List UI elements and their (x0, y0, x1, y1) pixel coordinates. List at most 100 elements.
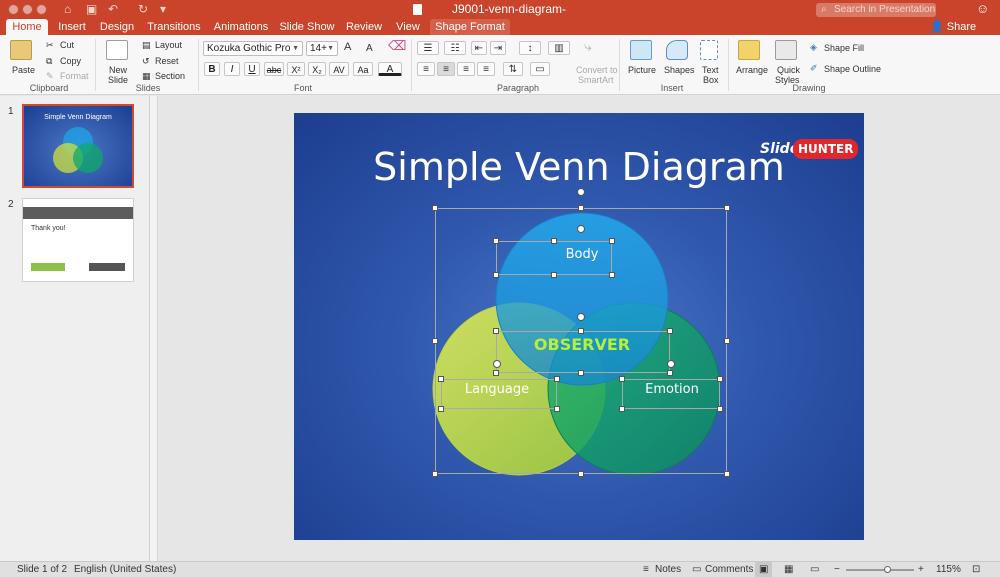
share-button[interactable]: 👤 Share (930, 19, 976, 35)
zoom-slider[interactable] (846, 569, 914, 571)
resize-handle[interactable] (609, 272, 615, 278)
shrink-font-button[interactable]: A (366, 43, 373, 54)
columns-button[interactable]: ▥ (548, 41, 570, 55)
format-painter-button[interactable]: Format (60, 71, 89, 82)
rotate-handle[interactable] (493, 360, 501, 368)
align-right-button[interactable]: ≡ (457, 62, 475, 76)
change-case-button[interactable]: Aa (353, 62, 373, 76)
shapes-button[interactable]: Shapes (664, 65, 695, 76)
slide-thumbnail-2[interactable]: Thank you! (22, 198, 134, 282)
feedback-smiley-icon[interactable]: ☺ (976, 2, 989, 16)
resize-handle[interactable] (724, 205, 730, 211)
minimize-window-button[interactable] (22, 4, 33, 15)
undo-icon[interactable]: ↶ (108, 2, 118, 16)
zoom-in-button[interactable]: + (918, 562, 924, 577)
italic-button[interactable]: I (224, 62, 240, 76)
numbering-button[interactable]: ☷ (444, 41, 466, 55)
picture-button[interactable]: Picture (628, 65, 656, 76)
rotate-handle[interactable] (577, 225, 585, 233)
clear-formatting-icon[interactable]: ⌫ (388, 39, 406, 52)
tab-review[interactable]: Review (342, 19, 386, 35)
align-left-button[interactable]: ≡ (417, 62, 435, 76)
language-indicator[interactable]: English (United States) (74, 562, 176, 577)
picture-icon[interactable] (630, 40, 652, 60)
shape-outline-button[interactable]: Shape Outline (824, 64, 881, 75)
tab-insert[interactable]: Insert (52, 19, 92, 35)
resize-handle[interactable] (493, 370, 499, 376)
save-icon[interactable]: ▣ (86, 2, 97, 16)
zoom-level[interactable]: 115% (936, 562, 961, 577)
superscript-button[interactable]: X² (287, 62, 305, 76)
resize-handle[interactable] (717, 406, 723, 412)
arrange-button[interactable]: Arrange (736, 65, 768, 76)
text-box-icon[interactable] (700, 40, 718, 60)
resize-handle[interactable] (551, 272, 557, 278)
resize-handle[interactable] (493, 328, 499, 334)
resize-handle[interactable] (578, 471, 584, 477)
resize-handle[interactable] (667, 328, 673, 334)
align-text-button[interactable]: ▭ (530, 62, 550, 76)
resize-handle[interactable] (724, 338, 730, 344)
venn-circle-body[interactable] (495, 212, 669, 386)
resize-handle[interactable] (551, 238, 557, 244)
resize-handle[interactable] (432, 338, 438, 344)
venn-label-language[interactable]: Language (454, 382, 540, 398)
strikethrough-button[interactable]: abc (264, 62, 284, 76)
resize-handle[interactable] (432, 205, 438, 211)
venn-label-body[interactable]: Body (542, 247, 622, 263)
resize-handle[interactable] (554, 406, 560, 412)
section-button[interactable]: Section (155, 71, 185, 82)
font-name-select[interactable]: Kozuka Gothic Pro ▼ (203, 41, 303, 56)
search-input[interactable]: ⌕ Search in Presentation (816, 3, 936, 17)
normal-view-icon[interactable]: ▣ (755, 562, 773, 577)
resize-handle[interactable] (578, 328, 584, 334)
tab-slide-show[interactable]: Slide Show (276, 19, 338, 35)
resize-handle[interactable] (578, 205, 584, 211)
underline-button[interactable]: U (244, 62, 260, 76)
tab-transitions[interactable]: Transitions (142, 19, 206, 35)
close-window-button[interactable] (8, 4, 19, 15)
resize-handle[interactable] (667, 370, 673, 376)
rotate-handle[interactable] (577, 188, 585, 196)
resize-handle[interactable] (724, 471, 730, 477)
resize-handle[interactable] (619, 376, 625, 382)
home-icon[interactable]: ⌂ (64, 2, 71, 16)
quick-styles-icon[interactable] (775, 40, 797, 60)
notes-button[interactable]: Notes (655, 562, 681, 577)
rotate-handle[interactable] (667, 360, 675, 368)
font-size-select[interactable]: 14+ ▼ (306, 41, 338, 56)
slide-thumbnail-1[interactable]: Simple Venn Diagram (22, 104, 134, 188)
paste-button[interactable]: Paste (12, 65, 35, 76)
tab-home[interactable]: Home (6, 19, 48, 35)
line-spacing-button[interactable]: ↕ (519, 41, 541, 55)
increase-indent-button[interactable]: ⇥ (490, 41, 506, 55)
tab-design[interactable]: Design (96, 19, 138, 35)
tab-view[interactable]: View (390, 19, 426, 35)
slide-sorter-icon[interactable]: ▦ (784, 562, 793, 577)
tab-animations[interactable]: Animations (210, 19, 272, 35)
slideshow-icon[interactable]: ▭ (810, 562, 819, 577)
fit-to-window-icon[interactable]: ⊡ (972, 562, 980, 577)
layout-button[interactable]: Layout (155, 40, 182, 51)
reset-button[interactable]: Reset (155, 56, 179, 67)
shapes-icon[interactable] (666, 40, 688, 60)
resize-handle[interactable] (493, 272, 499, 278)
zoom-out-button[interactable]: − (834, 562, 840, 577)
grow-font-button[interactable]: A (344, 42, 351, 53)
resize-handle[interactable] (432, 471, 438, 477)
cut-button[interactable]: Cut (60, 40, 74, 51)
text-direction-button[interactable]: ⇅ (503, 62, 523, 76)
font-color-button[interactable]: A (378, 62, 402, 76)
new-slide-icon[interactable] (106, 40, 128, 60)
resize-handle[interactable] (554, 376, 560, 382)
venn-label-emotion[interactable]: Emotion (629, 382, 715, 398)
zoom-slider-knob[interactable] (884, 566, 892, 573)
resize-handle[interactable] (493, 238, 499, 244)
tab-shape-format[interactable]: Shape Format (430, 19, 510, 35)
rotate-handle[interactable] (577, 313, 585, 321)
redo-icon[interactable]: ↻ (138, 2, 148, 16)
resize-handle[interactable] (609, 238, 615, 244)
resize-handle[interactable] (438, 406, 444, 412)
character-spacing-button[interactable]: AV (329, 62, 349, 76)
resize-handle[interactable] (619, 406, 625, 412)
